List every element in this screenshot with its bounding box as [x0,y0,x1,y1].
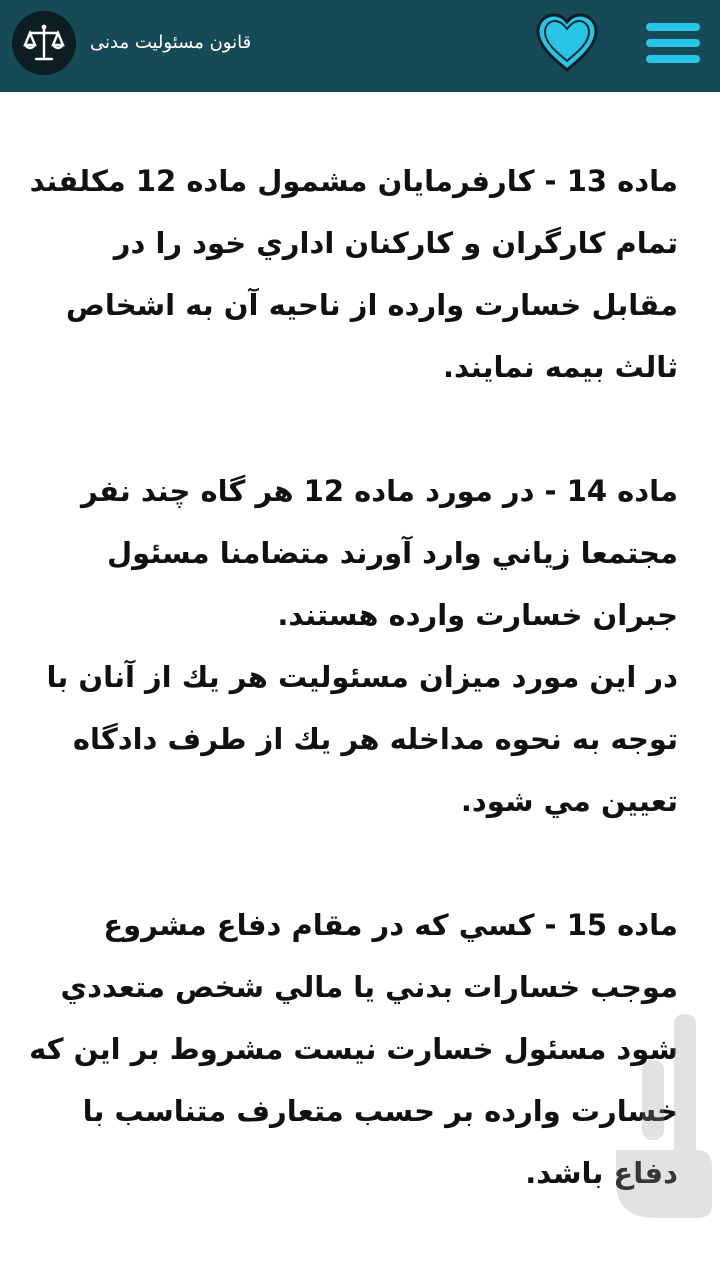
article-paragraph: ماده 13 - کارفرمایان مشمول ماده 12 مکلفن… [29,164,678,384]
scales-of-justice-icon [12,11,76,75]
law-content: ماده 13 - کارفرمایان مشمول ماده 12 مکلفن… [26,150,678,1266]
app-bar: قانون مسئولیت مدنی [0,0,720,92]
app-title: قانون مسئولیت مدنی [90,32,252,53]
article-paragraph: ماده 14 - در مورد ماده 12 هر گاه چند نفر… [80,474,678,632]
article-paragraph: در این مورد میزان مسئولیت هر یك از آنان … [46,660,678,818]
favorite-button[interactable] [532,10,602,76]
menu-button[interactable] [640,14,706,72]
heart-icon [536,13,598,73]
hamburger-menu-icon [646,23,700,63]
article-13: ماده 13 - کارفرمایان مشمول ماده 12 مکلفن… [26,150,678,398]
article-14: ماده 14 - در مورد ماده 12 هر گاه چند نفر… [26,460,678,832]
article-paragraph: ماده 15 - کسي که در مقام دفاع مشروع موجب… [29,908,678,1190]
article-15: ماده 15 - کسي که در مقام دفاع مشروع موجب… [26,894,678,1204]
